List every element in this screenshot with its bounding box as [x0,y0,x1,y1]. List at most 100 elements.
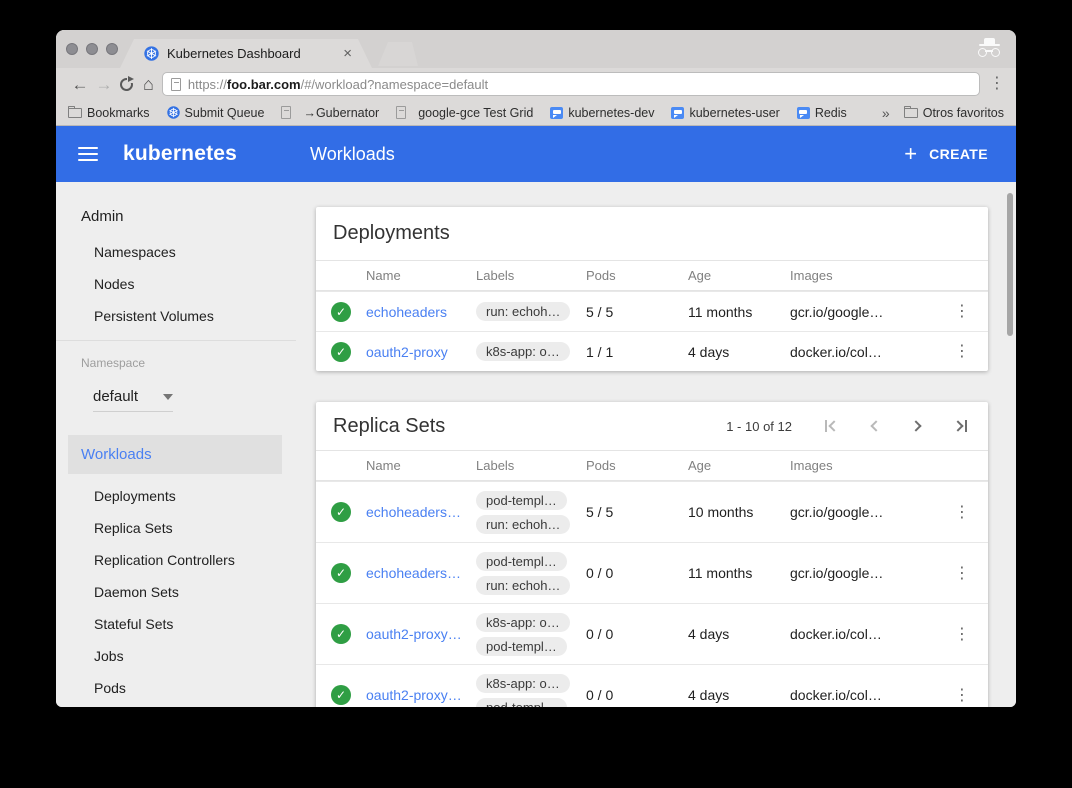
page-body: Admin Namespaces Nodes Persistent Volume… [56,182,1016,707]
kubernetes-brand: kubernetes [123,142,237,166]
kubernetes-favicon-icon [144,46,159,61]
folder-icon [904,108,918,118]
bookmark-item[interactable]: kubernetes-dev [550,106,654,120]
folder-icon [68,108,82,118]
url-path: /#/workload?namespace=default [301,77,489,92]
status-ok-icon: ✓ [331,342,351,362]
groups-icon [550,107,563,119]
bookmark-item[interactable]: →Gubernator [281,106,379,120]
forward-button[interactable]: → [92,76,116,93]
next-page-icon[interactable] [909,418,925,434]
bookmark-folder-otros[interactable]: Otros favoritos [904,106,1004,120]
sidebar-item-replica-sets[interactable]: Replica Sets [56,512,296,544]
sidebar-item-admin[interactable]: Admin [56,202,296,230]
plus-icon: + [904,143,917,165]
age-value: 11 months [688,304,790,320]
url-bar[interactable]: https://foo.bar.com/#/workload?namespace… [162,72,980,96]
pods-count: 1 / 1 [586,344,688,360]
page-title: Workloads [310,144,395,165]
row-menu-icon[interactable]: ⋮ [954,687,970,704]
bookmark-item[interactable]: kubernetes-user [671,106,779,120]
images-value: docker.io/col… [790,626,936,642]
sidebar-item-pods[interactable]: Pods [56,672,296,704]
chevron-down-icon [163,394,173,400]
sidebar-item-nodes[interactable]: Nodes [56,268,296,300]
bookmark-item[interactable]: Submit Queue [167,106,265,120]
sidebar-item-jobs[interactable]: Jobs [56,640,296,672]
pagination-label: 1 - 10 of 12 [726,419,792,434]
close-tab-icon[interactable]: × [343,46,352,61]
label-chip: run: echoh… [476,576,570,595]
resource-link[interactable]: echoheaders… [366,565,476,581]
bookmark-item[interactable]: google-gce Test Grid [396,106,533,120]
last-page-icon[interactable] [952,418,968,434]
kubernetes-icon [167,106,180,119]
resource-link[interactable]: oauth2-proxy… [366,626,476,642]
sidebar-item-daemon-sets[interactable]: Daemon Sets [56,576,296,608]
namespace-label: Namespace [81,351,296,375]
sidebar-item-replication-controllers[interactable]: Replication Controllers [56,544,296,576]
column-age: Age [688,458,790,473]
home-button[interactable]: ⌂ [143,75,154,93]
hamburger-menu-icon[interactable] [78,147,98,161]
replica-sets-card: Replica Sets 1 - 10 of 12 Name Labels Po… [316,402,988,707]
groups-icon [797,107,810,119]
label-chip: k8s-app: o… [476,613,570,632]
replica-sets-table-header: Name Labels Pods Age Images [316,450,988,481]
row-menu-icon[interactable]: ⋮ [954,504,970,521]
first-page-icon[interactable] [823,418,839,434]
close-window-button[interactable] [66,43,78,55]
resource-link[interactable]: echoheaders [366,304,476,320]
url-host: foo.bar.com [227,77,301,92]
pods-count: 5 / 5 [586,304,688,320]
resource-link[interactable]: echoheaders… [366,504,476,520]
status-ok-icon: ✓ [331,563,351,583]
row-menu-icon[interactable]: ⋮ [954,565,970,582]
minimize-window-button[interactable] [86,43,98,55]
sidebar-item-persistent-volumes[interactable]: Persistent Volumes [56,300,296,332]
titlebar[interactable]: Kubernetes Dashboard × [56,30,1016,68]
window-controls [66,43,118,55]
deployments-card: Deployments Name Labels Pods Age Images … [316,207,988,371]
new-tab-button[interactable] [378,42,418,66]
main-content: Deployments Name Labels Pods Age Images … [296,182,1016,707]
back-button[interactable]: ← [68,76,92,93]
table-row: ✓ echoheaders… pod-templ… run: echoh… 0 … [316,542,988,603]
reload-button[interactable] [120,78,133,91]
page-icon [396,106,406,119]
column-images: Images [790,458,936,473]
column-labels: Labels [476,268,586,283]
previous-page-icon[interactable] [866,418,882,434]
sidebar-item-stateful-sets[interactable]: Stateful Sets [56,608,296,640]
bookmark-item[interactable]: Redis [797,106,847,120]
bookmarks-overflow-icon[interactable]: » [882,105,890,121]
resource-link[interactable]: oauth2-proxy [366,344,476,360]
column-name: Name [366,458,476,473]
scrollbar[interactable] [1007,193,1013,336]
sidebar-item-workloads[interactable]: Workloads [68,435,282,474]
label-chip: k8s-app: o… [476,342,570,361]
table-row: ✓ echoheaders… pod-templ… run: echoh… 5 … [316,481,988,542]
row-menu-icon[interactable]: ⋮ [954,303,970,320]
browser-toolbar: ← → ⌂ https://foo.bar.com/#/workload?nam… [56,68,1016,100]
create-button[interactable]: + CREATE [904,143,988,165]
bookmark-folder[interactable]: Bookmarks [68,106,150,120]
browser-menu-icon[interactable]: ⋮ [988,76,1006,92]
status-ok-icon: ✓ [331,685,351,705]
resource-link[interactable]: oauth2-proxy… [366,687,476,703]
sidebar-item-deployments[interactable]: Deployments [56,480,296,512]
zoom-window-button[interactable] [106,43,118,55]
browser-tab[interactable]: Kubernetes Dashboard × [120,39,372,68]
images-value: gcr.io/google… [790,504,936,520]
sidebar-item-namespaces[interactable]: Namespaces [56,236,296,268]
column-labels: Labels [476,458,586,473]
row-menu-icon[interactable]: ⋮ [954,343,970,360]
row-menu-icon[interactable]: ⋮ [954,626,970,643]
label-chip: k8s-app: o… [476,674,570,693]
age-value: 4 days [688,687,790,703]
namespace-select[interactable]: default [93,382,173,412]
sidebar-divider [56,340,296,341]
age-value: 10 months [688,504,790,520]
app-header: kubernetes Workloads + CREATE [56,126,1016,182]
status-ok-icon: ✓ [331,302,351,322]
